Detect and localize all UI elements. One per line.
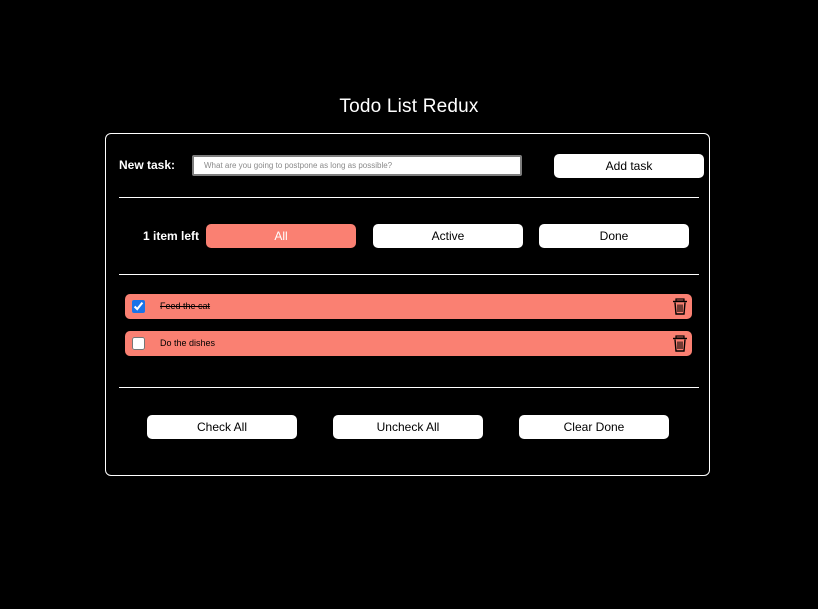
todo-checkbox[interactable]: [132, 300, 145, 313]
divider: [119, 197, 699, 198]
check-all-button[interactable]: Check All: [147, 415, 297, 439]
filter-all-button[interactable]: All: [206, 224, 356, 248]
clear-done-button[interactable]: Clear Done: [519, 415, 669, 439]
todo-text: Do the dishes: [160, 338, 216, 348]
new-task-input[interactable]: [192, 155, 522, 176]
page-title: Todo List Redux: [339, 96, 479, 117]
new-task-row: New task: Add task: [119, 154, 704, 178]
filter-done-button[interactable]: Done: [539, 224, 689, 248]
todo-checkbox[interactable]: [132, 337, 145, 350]
divider: [119, 387, 699, 388]
filter-row: 1 item left All Active Done: [106, 224, 709, 248]
todo-item: Feed the cat: [125, 294, 692, 319]
new-task-label: New task:: [119, 158, 176, 172]
todo-item: Do the dishes: [125, 331, 692, 356]
trash-icon[interactable]: [672, 335, 688, 352]
items-left-count: 1 item left: [143, 229, 200, 243]
divider: [119, 274, 699, 275]
todo-panel: New task: Add task 1 item left All Activ…: [105, 133, 710, 476]
todo-text: Feed the cat: [160, 301, 211, 311]
uncheck-all-button[interactable]: Uncheck All: [333, 415, 483, 439]
bulk-actions-row: Check All Uncheck All Clear Done: [106, 415, 709, 439]
filter-active-button[interactable]: Active: [373, 224, 523, 248]
add-task-button[interactable]: Add task: [554, 154, 704, 178]
trash-icon[interactable]: [672, 298, 688, 315]
